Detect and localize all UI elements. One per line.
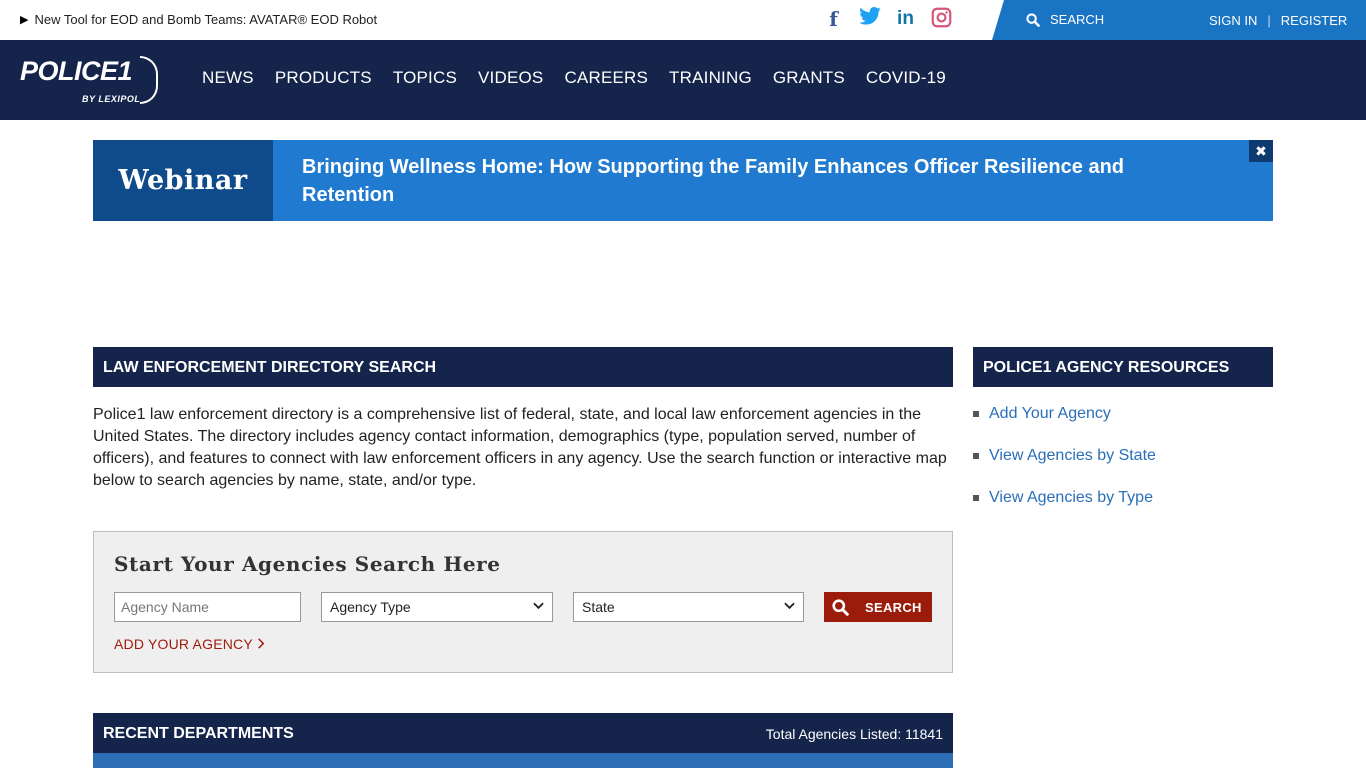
police1-logo[interactable]: POLICE1 BY LEXIPOL [20, 56, 158, 104]
logo-arc-icon [140, 56, 158, 104]
instagram-icon[interactable] [930, 7, 953, 31]
linkedin-icon[interactable]: in [894, 7, 917, 31]
register-link[interactable]: REGISTER [1281, 13, 1347, 28]
nav-grants[interactable]: GRANTS [773, 68, 845, 88]
nav-training[interactable]: TRAINING [669, 68, 752, 88]
search-button-label: SEARCH [865, 599, 922, 615]
add-your-agency-link[interactable]: ADD YOUR AGENCY [114, 636, 265, 652]
nav-links: NEWS PRODUCTS TOPICS VIDEOS CAREERS TRAI… [202, 68, 946, 88]
sign-in-link[interactable]: SIGN IN [1209, 13, 1257, 28]
search-icon [1026, 12, 1040, 27]
square-bullet-icon [973, 495, 979, 501]
top-utility-bar: ▶ New Tool for EOD and Bomb Teams: AVATA… [0, 0, 1366, 40]
resources-heading: POLICE1 AGENCY RESOURCES [973, 347, 1273, 387]
play-triangle-icon: ▶ [20, 14, 29, 26]
resources-list: Add Your Agency View Agencies by State V… [973, 404, 1156, 530]
chevron-down-icon [784, 601, 795, 613]
recent-table-header [93, 753, 953, 768]
directory-description: Police1 law enforcement directory is a c… [93, 406, 947, 489]
chevron-right-icon [257, 636, 265, 652]
recent-departments-heading: RECENT DEPARTMENTS Total Agencies Listed… [93, 713, 953, 753]
agency-name-input[interactable] [114, 592, 301, 622]
agencies-by-state-link[interactable]: View Agencies by State [989, 447, 1156, 465]
nav-news[interactable]: NEWS [202, 68, 254, 88]
logo-wordmark: POLICE1 [20, 56, 133, 86]
search-panel-title: Start Your Agencies Search Here [114, 552, 501, 576]
site-search-button[interactable]: SEARCH [1026, 12, 1104, 27]
square-bullet-icon [973, 453, 979, 459]
nav-topics[interactable]: TOPICS [393, 68, 457, 88]
search-label: SEARCH [1050, 12, 1105, 27]
promo-link[interactable]: ▶ New Tool for EOD and Bomb Teams: AVATA… [20, 12, 377, 27]
search-button[interactable]: SEARCH [824, 592, 932, 622]
state-select[interactable]: State [573, 592, 804, 622]
social-links: f in [822, 7, 953, 31]
agency-search-panel: Start Your Agencies Search Here Agency T… [93, 531, 953, 673]
square-bullet-icon [973, 411, 979, 417]
list-item: View Agencies by State [973, 446, 1156, 466]
add-your-agency-link[interactable]: Add Your Agency [989, 405, 1111, 423]
agency-type-value: Agency Type [330, 599, 411, 615]
main-navigation: POLICE1 BY LEXIPOL NEWS PRODUCTS TOPICS … [0, 40, 1366, 120]
nav-products[interactable]: PRODUCTS [275, 68, 372, 88]
webinar-label: Webinar [93, 140, 273, 221]
total-agencies-count: Total Agencies Listed: 11841 [765, 726, 943, 742]
divider: | [1267, 13, 1271, 28]
add-agency-label: ADD YOUR AGENCY [114, 636, 253, 652]
agencies-by-type-link[interactable]: View Agencies by Type [989, 489, 1153, 507]
webinar-banner[interactable]: Webinar Bringing Wellness Home: How Supp… [93, 140, 1273, 221]
nav-careers[interactable]: CAREERS [564, 68, 648, 88]
twitter-icon[interactable] [858, 7, 881, 31]
webinar-title[interactable]: Bringing Wellness Home: How Supporting t… [302, 153, 1202, 209]
facebook-icon[interactable]: f [822, 7, 845, 31]
account-links: SIGN IN | REGISTER [1209, 13, 1347, 28]
promo-text: New Tool for EOD and Bomb Teams: AVATAR®… [34, 12, 378, 27]
close-icon[interactable]: ✖ [1249, 140, 1273, 162]
nav-covid-19[interactable]: COVID-19 [866, 68, 946, 88]
list-item: View Agencies by Type [973, 488, 1156, 508]
nav-videos[interactable]: VIDEOS [478, 68, 543, 88]
chevron-down-icon [533, 601, 544, 613]
agency-type-select[interactable]: Agency Type [321, 592, 553, 622]
search-icon [832, 598, 849, 616]
recent-title: RECENT DEPARTMENTS [103, 725, 294, 742]
list-item: Add Your Agency [973, 404, 1156, 424]
directory-heading: LAW ENFORCEMENT DIRECTORY SEARCH [93, 347, 953, 387]
logo-subtitle: BY LEXIPOL [82, 94, 141, 104]
state-value: State [582, 599, 615, 615]
